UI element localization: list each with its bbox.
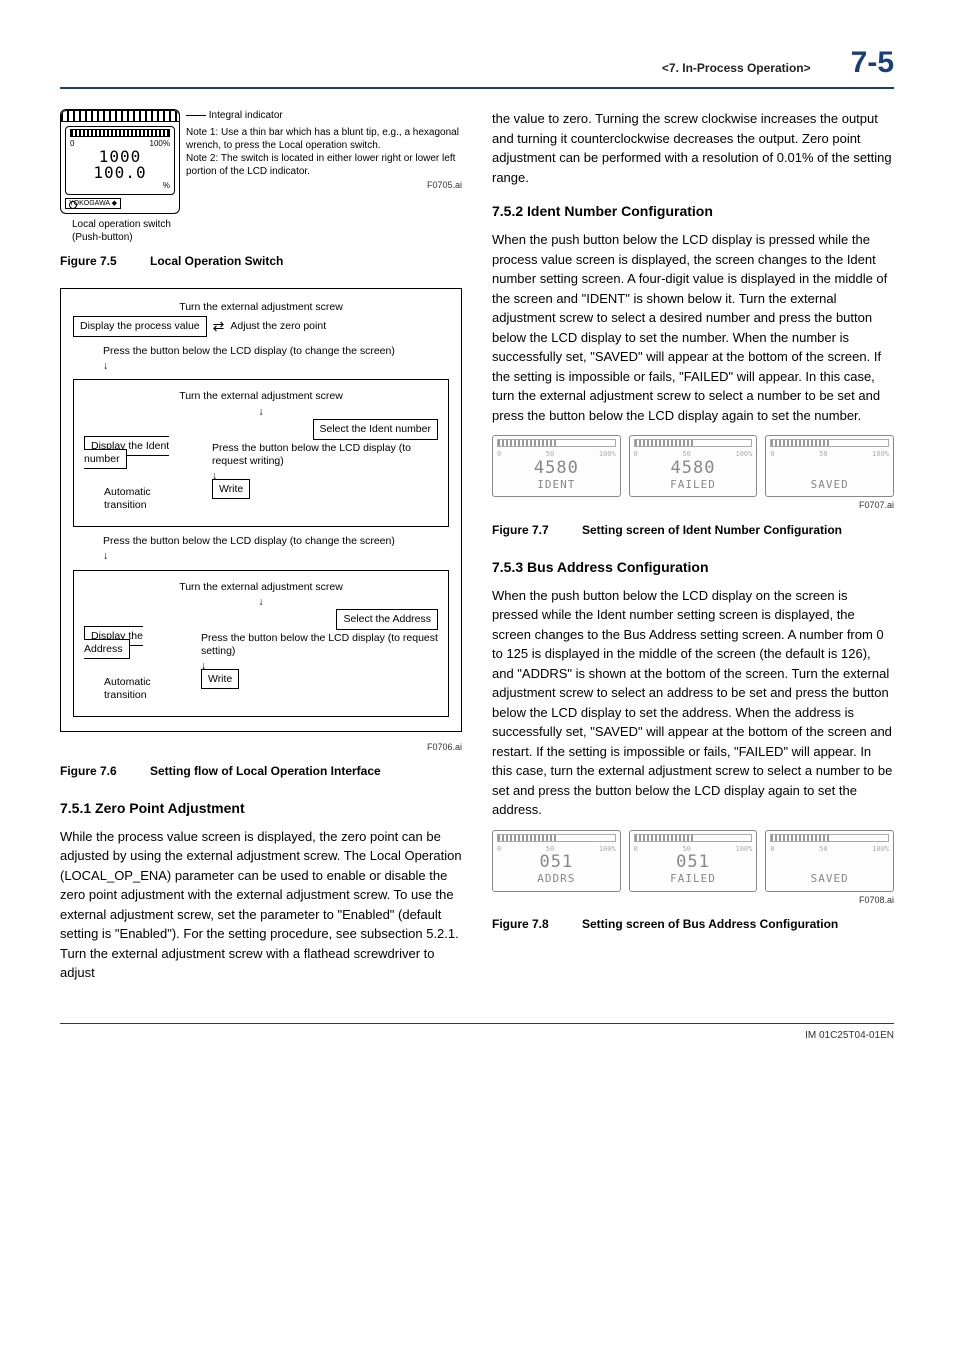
flow-write-2: Write [201, 669, 239, 689]
note-1: Note 1: Use a thin bar which has a blunt… [186, 126, 462, 152]
page-header: <7. In-Process Operation> 7-5 [60, 40, 894, 89]
flow-press-set: Press the button below the LCD display (… [201, 630, 438, 660]
lcd-value [770, 854, 889, 871]
arrow-down-icon [73, 360, 449, 373]
body-7-5-1: While the process value screen is displa… [60, 827, 462, 983]
lcd-label: ADDRS [497, 871, 616, 888]
body-7-5-2: When the push button below the LCD displ… [492, 230, 894, 425]
figure-7-6-caption: Figure 7.6Setting flow of Local Operatio… [60, 762, 462, 780]
flow-display-process: Display the process value [73, 316, 207, 337]
lcd-pct: % [163, 181, 170, 191]
body-7-5-3: When the push button below the LCD displ… [492, 586, 894, 820]
flow-press-change-1: Press the button below the LCD display (… [103, 343, 449, 360]
section-title: <7. In-Process Operation> [662, 59, 811, 77]
page-number: 7-5 [851, 40, 894, 85]
lcd-label: SAVED [770, 871, 889, 888]
figure-7-7-screens: 050100% 4580 IDENT 050100% 4580 FAILED 0… [492, 435, 894, 497]
lcd-value [770, 460, 889, 477]
flow-turn-ext-2: Turn the external adjustment screw [84, 388, 438, 405]
lcd-addrs: 050100% 051 ADDRS [492, 830, 621, 892]
lcd-failed: 050100% 051 FAILED [629, 830, 758, 892]
lcd-label: FAILED [634, 871, 753, 888]
lcd-value: 4580 [497, 460, 616, 477]
flow-select-ident: Select the Ident number [313, 419, 439, 440]
arrow-down-icon-2 [73, 550, 449, 563]
heading-7-5-3: 7.5.3 Bus Address Configuration [492, 557, 894, 578]
col2-intro: the value to zero. Turning the screw clo… [492, 109, 894, 187]
flow-turn-ext-3: Turn the external adjustment screw [84, 579, 438, 596]
figure-7-5: 0100% 1000 100.0 % YOKOGAWA ◆ Local oper… [60, 109, 462, 244]
lcd-label: IDENT [497, 477, 616, 494]
lcd-value: 4580 [634, 460, 753, 477]
push-button-icon [69, 201, 77, 209]
flow-write-1: Write [212, 479, 250, 499]
lcd-label: SAVED [770, 477, 889, 494]
left-column: 0100% 1000 100.0 % YOKOGAWA ◆ Local oper… [60, 109, 462, 993]
figure-id: F0706.ai [60, 742, 462, 753]
flow-select-addr: Select the Address [336, 609, 438, 630]
figure-7-8-screens: 050100% 051 ADDRS 050100% 051 FAILED 050… [492, 830, 894, 892]
lcd-saved: 050100% SAVED [765, 830, 894, 892]
flow-press-write-1: Press the button below the LCD display (… [212, 440, 438, 470]
figure-7-5-caption: Figure 7.5Local Operation Switch [60, 252, 462, 270]
right-column: the value to zero. Turning the screw clo… [492, 109, 894, 993]
lcd-value-big: 100.0 [70, 165, 170, 181]
figure-7-7-caption: Figure 7.7Setting screen of Ident Number… [492, 521, 894, 539]
lcd-ident: 050100% 4580 IDENT [492, 435, 621, 497]
footer-docid: IM 01C25T04-01EN [60, 1023, 894, 1043]
heading-7-5-1: 7.5.1 Zero Point Adjustment [60, 798, 462, 819]
flow-adjust-zero: Adjust the zero point [230, 318, 326, 335]
scale-0: 0 [70, 139, 74, 149]
arrow-right-icon: ⇄ [213, 318, 225, 336]
local-switch-label: Local operation switch (Push-button) [72, 218, 180, 244]
flow-press-change-2: Press the button below the LCD display (… [103, 533, 449, 550]
scale-100: 100% [150, 139, 170, 149]
lcd-failed: 050100% 4580 FAILED [629, 435, 758, 497]
lcd-value: 051 [634, 854, 753, 871]
flow-display-addr: Display the Address [84, 626, 143, 659]
lcd-indicator-icon: 0100% 1000 100.0 % YOKOGAWA ◆ [60, 109, 180, 214]
figure-7-6-flowchart: Turn the external adjustment screw Displ… [60, 288, 462, 754]
figure-id: F0707.ai [492, 499, 894, 513]
flow-turn-ext-1: Turn the external adjustment screw [73, 299, 449, 316]
flow-display-ident: Display the Ident number [84, 436, 169, 469]
heading-7-5-2: 7.5.2 Ident Number Configuration [492, 201, 894, 222]
integral-indicator-label: Integral indicator [209, 110, 283, 121]
figure-id: F0705.ai [186, 180, 462, 192]
flow-auto-2: Automatic transition [104, 674, 181, 704]
flow-auto-1: Automatic transition [104, 484, 192, 514]
lcd-value: 051 [497, 854, 616, 871]
lcd-label: FAILED [634, 477, 753, 494]
figure-7-8-caption: Figure 7.8Setting screen of Bus Address … [492, 915, 894, 933]
figure-id: F0708.ai [492, 894, 894, 908]
note-2: Note 2: The switch is located in either … [186, 152, 462, 178]
lcd-saved: 050100% SAVED [765, 435, 894, 497]
